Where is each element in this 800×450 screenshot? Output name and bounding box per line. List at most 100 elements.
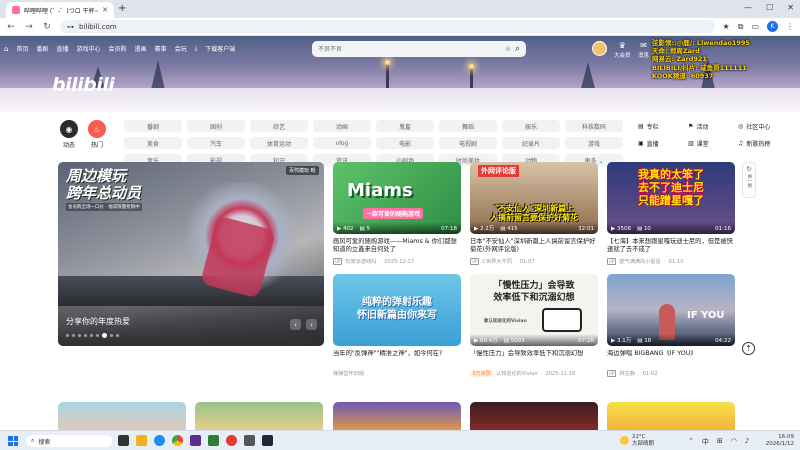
category-tag[interactable]: 娱乐 [502, 120, 560, 132]
video-thumbnail[interactable] [333, 402, 461, 432]
app-icon[interactable] [226, 435, 237, 446]
refresh-feed-panel[interactable]: ↻ 换一换 [742, 162, 756, 198]
address-bar[interactable]: ⊶ bilibili.com [60, 20, 715, 33]
carousel-next-button[interactable]: › [306, 319, 317, 330]
edge-icon[interactable] [154, 435, 165, 446]
video-title[interactable]: 海边弹唱 BIGBANG《IF YOU》 [607, 350, 735, 366]
vip-entry[interactable]: ♛ 大会员 [614, 41, 631, 59]
category-tag[interactable]: 纪录片 [502, 137, 560, 149]
hero-caption[interactable]: 分享你的年度热爱 [66, 316, 130, 327]
ime-indicator[interactable]: 中 [702, 437, 709, 447]
close-tab-icon[interactable]: ✕ [102, 6, 108, 14]
video-thumbnail[interactable]: Miams 一款可爱的随购游戏 ▶ 402 ▤ 5 07:18 [333, 162, 461, 234]
uploader-name[interactable]: 玩家派游戏吗 [345, 258, 376, 265]
category-tag[interactable]: 科技数码 [565, 120, 623, 132]
category-tag[interactable]: 国创 [187, 120, 245, 132]
messages-entry[interactable]: ✉ 消息 [638, 41, 649, 59]
category-tag[interactable]: 美食 [124, 137, 182, 149]
uploader-name[interactable]: 弹弹堂怀旧版 [333, 370, 364, 377]
clock[interactable]: 16:09 2026/1/12 [766, 434, 794, 448]
download-icon[interactable]: ⤓ [195, 45, 198, 53]
nav-anime[interactable]: 番剧 [36, 44, 48, 53]
carousel-dot[interactable] [72, 334, 75, 337]
browser-menu-icon[interactable]: ⋮ [786, 22, 794, 31]
file-explorer-icon[interactable] [136, 435, 147, 446]
category-tag[interactable]: 综艺 [250, 120, 308, 132]
weather-widget[interactable]: 22°C 大部晴朗 [620, 434, 654, 447]
video-thumbnail[interactable]: 我真的太笨了 去不了迪士尼 只能蹭星嘎了 ▶ 3508 ▤ 10 01:16 [607, 162, 735, 234]
chevron-up-icon[interactable]: ⌃ [688, 437, 694, 447]
video-thumbnail[interactable]: 「慢性压力」会导致 效率低下和沉溺幻想 象认知进化的Vivian ▶ 60.4万… [470, 274, 598, 346]
bookmark-star-icon[interactable]: ★ [723, 22, 730, 31]
category-tag[interactable]: 汽车 [187, 137, 245, 149]
sidebar-icon[interactable]: ▭ [751, 22, 759, 31]
nav-mall[interactable]: 会员购 [109, 44, 127, 53]
video-card[interactable]: IF YOU ▶ 3.1万 ▤ 18 04:22 海边弹唱 BIGBANG《IF… [607, 274, 735, 377]
taskbar-search[interactable]: ⌕ 搜索 [26, 435, 112, 447]
nav-huiwan[interactable]: 会玩 [175, 44, 187, 53]
video-card[interactable]: Miams 一款可爱的随购游戏 ▶ 402 ▤ 5 07:18 画风可爱的随购游… [333, 162, 461, 265]
nav-esports[interactable]: 赛事 [155, 44, 167, 53]
app-icon[interactable] [190, 435, 201, 446]
profile-avatar[interactable]: K [767, 21, 778, 32]
carousel-dot[interactable] [96, 334, 99, 337]
carousel-dot-active[interactable] [102, 333, 107, 338]
home-icon[interactable]: ⌂ [4, 45, 8, 53]
site-info-icon[interactable]: ⊶ [67, 23, 74, 31]
video-thumbnail[interactable] [195, 402, 323, 432]
video-title[interactable]: 「慢性压力」会导致效率低下和沉溺幻想 [470, 350, 598, 366]
uploader-name[interactable]: 林宝静 [619, 370, 635, 377]
video-card[interactable]: 「慢性压力」会导致 效率低下和沉溺幻想 象认知进化的Vivian ▶ 60.4万… [470, 274, 598, 377]
clear-search-icon[interactable]: ⊗ [505, 45, 511, 53]
nav-live[interactable]: 直播 [56, 44, 68, 53]
shortcut-class[interactable]: ▥ 课堂 [688, 137, 738, 149]
app-icon[interactable] [208, 435, 219, 446]
carousel-dot[interactable] [116, 334, 119, 337]
app-icon[interactable] [244, 435, 255, 446]
video-card[interactable]: 外网评论版 "不安仙人"深圳新篇上 人搞前留言要保护好菊花 ▶ 2.2万 ▤ 4… [470, 162, 598, 265]
category-tag[interactable]: 电视剧 [439, 137, 497, 149]
carousel-dot[interactable] [78, 334, 81, 337]
carousel-dot[interactable] [66, 334, 69, 337]
bilibili-logo[interactable]: bilibili [52, 74, 115, 96]
video-title[interactable]: 【七海】本来想跟星嘎玩迪士尼的，但是被快速就了去不成了 [607, 238, 735, 254]
video-thumbnail[interactable]: 纯粹的弹射乐趣 怀旧新篇由你来写 [333, 274, 461, 346]
new-tab-button[interactable]: + [118, 3, 126, 14]
network-icon[interactable]: ◠ [731, 437, 737, 447]
search-icon[interactable]: ⌕ [515, 44, 520, 54]
carousel-dot[interactable] [90, 334, 93, 337]
category-tag[interactable]: 舞蹈 [439, 120, 497, 132]
forward-icon[interactable]: → [24, 22, 34, 32]
steam-icon[interactable] [262, 435, 273, 446]
shortcut-music-chart[interactable]: ♫ 新歌热榜 [738, 137, 788, 149]
video-thumbnail[interactable]: 外网评论版 "不安仙人"深圳新篇上 人搞前留言要保护好菊花 ▶ 2.2万 ▤ 4… [470, 162, 598, 234]
category-tag[interactable]: 动画 [313, 120, 371, 132]
category-tag[interactable]: 鬼畜 [376, 120, 434, 132]
video-card[interactable]: 我真的太笨了 去不了迪士尼 只能蹭星嘎了 ▶ 3508 ▤ 10 01:16 【… [607, 162, 735, 265]
shortcut-column[interactable]: ▤ 专栏 [638, 120, 688, 132]
carousel-dot[interactable] [110, 334, 113, 337]
chrome-icon[interactable] [172, 435, 183, 446]
video-thumbnail[interactable] [58, 402, 186, 432]
back-to-top-button[interactable]: ⇡ [742, 342, 755, 355]
video-title[interactable]: 画风可爱的随购游戏——Miams & 你们都想知道的立鑫来自何处了 [333, 238, 461, 254]
uploader-name[interactable]: 欧气满满的小星星 [619, 258, 661, 265]
task-view-icon[interactable] [118, 435, 129, 446]
category-tag[interactable]: 番剧 [124, 120, 182, 132]
video-title[interactable]: 日本"不安仙人"深圳新篇上人搞前留言保护好菊花(外网评论版) [470, 238, 598, 254]
live-thumbnail[interactable] [607, 402, 735, 432]
user-avatar[interactable] [592, 41, 607, 56]
shortcut-community[interactable]: ◎ 社区中心 [738, 120, 788, 132]
channel-hot[interactable]: ♨ 热门 [88, 120, 106, 149]
video-title[interactable]: 当年的"反弹神""精准之神"，如今何在? [333, 350, 461, 366]
nav-home[interactable]: 首页 [16, 44, 28, 53]
nav-game-center[interactable]: 游戏中心 [77, 44, 101, 53]
category-tag[interactable]: 体育运动 [250, 137, 308, 149]
nav-download-client[interactable]: 下载客户端 [205, 44, 235, 53]
carousel-dot[interactable] [84, 334, 87, 337]
uploader-name[interactable]: C世界大不同 [482, 258, 512, 265]
start-button[interactable] [8, 436, 18, 446]
volume-icon[interactable]: ♪ [745, 437, 749, 447]
refresh-icon[interactable]: ↻ [746, 165, 752, 173]
category-tag[interactable]: vlog [313, 137, 371, 149]
